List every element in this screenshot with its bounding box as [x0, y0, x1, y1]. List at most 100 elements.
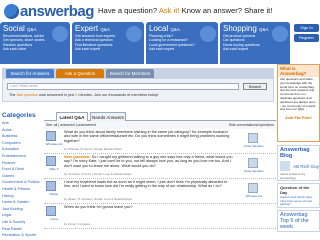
question-item[interactable]: Whosaa smt What do you think about famil…: [44, 129, 276, 154]
expert-icon: [126, 26, 142, 42]
category-item[interactable]: Just Kidding: [2, 206, 42, 213]
question-info: by Whosaa | 5 hours | Social: Relationsh…: [64, 147, 122, 151]
register-button[interactable]: Register: [294, 34, 319, 42]
what-is-box: What is Answerbag? Ask questions and sha…: [277, 64, 320, 142]
answerer-name[interactable]: Peter Sanders: [240, 144, 268, 148]
feed-filter: See: all | answered | unanswered Hide co…: [44, 121, 276, 129]
lq-minutes: 2: [75, 93, 78, 97]
shopping-icon: [272, 26, 288, 42]
categories-sidebar: Categories Arts Autos Business Computers…: [2, 112, 42, 240]
question-text[interactable]: New Question: So I caught my girlfriend …: [64, 155, 234, 168]
hide-conversational-toggle[interactable]: Hide conversational questions: [229, 121, 274, 129]
what-is-text: Ask questions and share your knowledge w…: [280, 77, 316, 112]
shopping-qa-panel[interactable]: Shopping Q&A Get product opinions Car qu…: [220, 22, 290, 64]
panel-line[interactable]: Ask each expert: [223, 47, 287, 51]
main-feed: Latest Q&A Needs Answers See: all | answ…: [44, 112, 276, 240]
user-avatar[interactable]: [46, 131, 56, 141]
question-text[interactable]: What do you think about family members w…: [64, 130, 234, 143]
blog-author[interactable]: AB Rich Guy: [293, 164, 319, 169]
logo-ball-icon: [4, 4, 19, 19]
blog-meta: Latest Answers (by answerbag): [280, 172, 306, 180]
question-item[interactable]: Dinker I love my boyfriend loads but as …: [44, 179, 276, 204]
category-item[interactable]: Life & Society: [2, 219, 42, 226]
answerer-name[interactable]: Peter Sanders: [240, 169, 268, 173]
qa-panels: Social Q&A Recommendations, advice Get o…: [0, 22, 290, 64]
last-question-notice: The last question was answered in just 2…: [9, 93, 159, 97]
search-button[interactable]: Search: [243, 83, 267, 90]
category-item[interactable]: Games: [2, 173, 42, 180]
panel-sub: Q&A: [27, 27, 37, 32]
question-text[interactable]: When do you think I'm gonna leave you?: [64, 205, 234, 209]
user-avatar[interactable]: [46, 181, 56, 191]
question-item[interactable]: Mike X New Question: So I caught my girl…: [44, 154, 276, 179]
user-avatar[interactable]: [46, 156, 56, 166]
category-item[interactable]: Education: [2, 146, 42, 153]
sign-in-button[interactable]: Sign In: [294, 24, 319, 32]
asker-name[interactable]: Lorna: [44, 217, 64, 221]
category-item[interactable]: Arts: [2, 120, 42, 127]
category-item[interactable]: Government & Politics: [2, 179, 42, 186]
tagline: Have a question? Ask it! Know an answer?…: [98, 6, 272, 15]
expert-qa-panel[interactable]: Expert Q&A Get answers from experts Ask …: [72, 22, 144, 64]
blog-box: Answerbag Blog AB Rich Guy Latest Answer…: [277, 145, 320, 181]
user-avatar[interactable]: [46, 206, 56, 216]
category-item[interactable]: Home & Garden: [2, 199, 42, 206]
tod-text[interactable]: Apples-cook which wine mixe from some of…: [278, 195, 319, 207]
category-item[interactable]: Food & Drink: [2, 166, 42, 173]
panel-sub: Q&A: [170, 27, 180, 32]
question-of-day: Question of the Day Apples-cook which wi…: [277, 183, 320, 208]
last-question-link[interactable]: last question: [17, 93, 38, 97]
question-text[interactable]: I love my boyfriend loads but as soon as…: [64, 180, 234, 189]
asker-name[interactable]: Dinker: [44, 192, 64, 196]
tab-latest-qa[interactable]: Latest Q&A: [56, 112, 88, 121]
logo-text: answerbag: [20, 3, 94, 20]
tab-needs-answers[interactable]: Needs Answers: [90, 112, 126, 121]
question-info: by dinker | 5 minutes | Social: Love & R…: [64, 197, 133, 201]
right-column: What is Answerbag? Ask questions and sha…: [276, 62, 320, 240]
blog-title[interactable]: Answerbag Blog: [278, 146, 319, 160]
answerer-avatar[interactable]: [248, 133, 258, 143]
category-item[interactable]: Computers: [2, 140, 42, 147]
category-item[interactable]: Autos: [2, 127, 42, 134]
tab-search-answers[interactable]: Search for Answers: [6, 69, 54, 78]
tagline-suffix: Know an answer? Share it!: [181, 6, 273, 15]
tab-search-members[interactable]: Search for Members: [106, 69, 154, 78]
asker-name[interactable]: Whosaa smt: [44, 142, 64, 146]
question-info: by lorna | 3 minutes: [64, 222, 91, 226]
header: answerbag Have a question? Ask it! Know …: [0, 0, 320, 24]
lq-prefix: The: [9, 93, 16, 97]
answerer-name[interactable]: Whosaa smt: [240, 194, 268, 198]
category-item[interactable]: Entertainment: [2, 153, 42, 160]
category-item[interactable]: Legal: [2, 212, 42, 219]
join-link[interactable]: Join For Free!: [278, 115, 319, 120]
category-item[interactable]: Health & Fitness: [2, 186, 42, 193]
category-item[interactable]: Business: [2, 133, 42, 140]
category-item[interactable]: Finance: [2, 160, 42, 167]
categories-title: Categories: [2, 112, 36, 119]
panel-line[interactable]: Ask each expert: [149, 47, 215, 51]
question-info: by wortoba | 4 hours | Social: Love & Re…: [64, 172, 132, 176]
panel-line[interactable]: Ask each expert: [75, 47, 141, 51]
answerer-avatar[interactable]: [248, 158, 258, 168]
category-item[interactable]: Real Estate: [2, 226, 42, 233]
answerer-avatar[interactable]: [248, 183, 258, 193]
panel-line[interactable]: Ask each other: [3, 47, 67, 51]
search-input[interactable]: Lost? Want news: [7, 83, 239, 90]
answerbag-logo[interactable]: answerbag: [4, 3, 94, 20]
tab-ask-question[interactable]: Ask a Question: [56, 69, 104, 78]
what-is-title: What is Answerbag?: [278, 65, 319, 77]
tagline-ask-link[interactable]: Ask it!: [159, 6, 180, 15]
top5-box[interactable]: Answerbag Top 5 of the week: [277, 209, 320, 232]
lq-mid: was answered in just: [39, 93, 75, 97]
new-question-label: New Question:: [64, 155, 91, 159]
category-item[interactable]: History: [2, 193, 42, 200]
panel-title: Local: [149, 24, 169, 33]
category-item[interactable]: Recreation & Sports: [2, 232, 42, 239]
social-qa-panel[interactable]: Social Q&A Recommendations, advice Get o…: [0, 22, 70, 64]
blog-avatar: [280, 161, 290, 171]
asker-name[interactable]: Mike X: [44, 167, 64, 171]
local-qa-panel[interactable]: Local Q&A Planning a trip? Looking for a…: [146, 22, 218, 64]
filter-options[interactable]: See: all | answered | unanswered: [46, 123, 96, 127]
social-icon: [52, 26, 68, 42]
question-item[interactable]: Lorna When do you think I'm gonna leave …: [44, 204, 276, 229]
